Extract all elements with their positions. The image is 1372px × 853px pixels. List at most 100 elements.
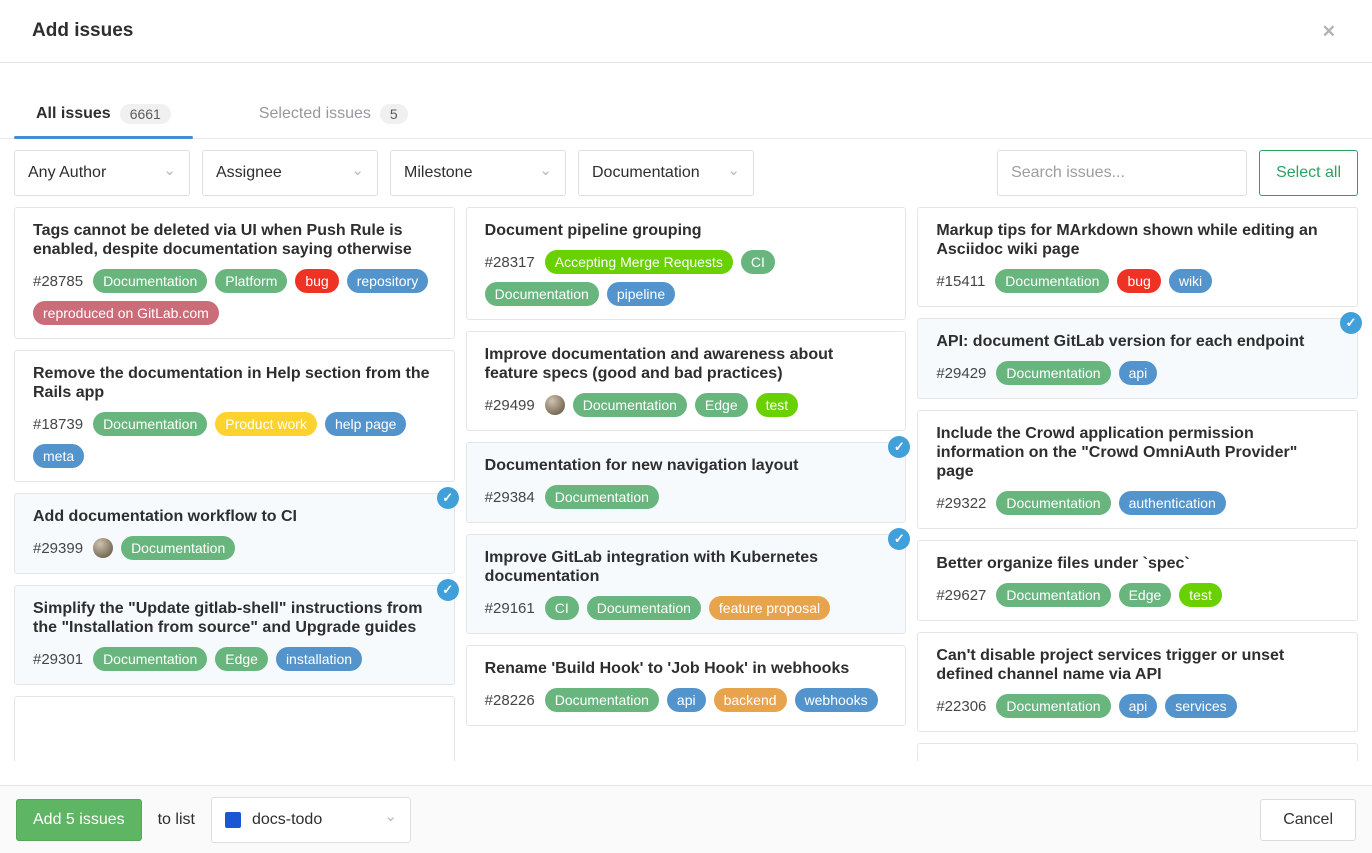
issue-id: #15411 — [936, 273, 985, 290]
issue-title: Documentation for new navigation layout — [485, 456, 888, 475]
issue-label: Documentation — [573, 393, 687, 417]
issue-meta: #28785 Documentation Platform bug repository… — [33, 269, 436, 325]
issue-meta: #29429Documentationapi — [936, 361, 1339, 385]
issue-id: #18739 — [33, 416, 83, 433]
issue-label: Platform — [215, 269, 287, 293]
issue-title: Include the Crowd application permission… — [936, 424, 1339, 481]
issue-label: test — [756, 393, 799, 417]
list-color-square — [225, 812, 241, 828]
modal-header: Add issues ✕ — [0, 0, 1372, 63]
issue-card[interactable]: Add documentation workflow to CI #29399Do… — [14, 493, 455, 574]
issue-label: Documentation — [485, 282, 599, 306]
cancel-button[interactable]: Cancel — [1260, 799, 1356, 841]
issue-card[interactable]: Tags cannot be deleted via UI when Push … — [14, 207, 455, 339]
issue-meta: #29301DocumentationEdgeinstallation — [33, 647, 436, 671]
issue-label: reproduced on GitLab.com — [33, 301, 219, 325]
close-icon[interactable]: ✕ — [1318, 19, 1340, 44]
issue-label: Documentation — [996, 491, 1110, 515]
select-all-button[interactable]: Select all — [1259, 150, 1358, 196]
issue-meta: #18739DocumentationProduct workhelp page… — [33, 412, 436, 468]
issue-label: authentication — [1119, 491, 1226, 515]
issue-label: Documentation — [996, 361, 1110, 385]
issue-title: Improve documentation and awareness abou… — [485, 345, 888, 383]
issue-column-2: Document pipeline grouping #28317 Acceptin… — [466, 207, 907, 726]
issue-label: Documentation — [121, 536, 235, 560]
issue-label: pipeline — [607, 282, 675, 306]
selected-check-icon: ✓ — [888, 436, 910, 458]
selected-check-icon: ✓ — [1340, 312, 1362, 334]
issue-id: #28317 — [485, 254, 535, 271]
dropdown-label: Milestone — [404, 164, 472, 182]
issue-title: Markup tips for MArkdown shown while edi… — [936, 221, 1339, 259]
issue-card-partial[interactable] — [14, 696, 455, 761]
tab-selected-issues-label: Selected issues — [259, 105, 371, 123]
issue-card-partial[interactable] — [917, 743, 1358, 761]
tab-selected-issues[interactable]: Selected issues 5 — [237, 93, 430, 138]
issue-label: Edge — [215, 647, 268, 671]
issue-label: services — [1165, 694, 1236, 718]
selected-check-icon: ✓ — [888, 528, 910, 550]
issue-card[interactable]: Markup tips for MArkdown shown while edi… — [917, 207, 1358, 307]
issue-label: Documentation — [587, 596, 701, 620]
issue-id: #29161 — [485, 600, 535, 617]
chevron-down-icon: ⌄ — [351, 166, 364, 175]
issue-card[interactable]: API: document GitLab version for each en… — [917, 318, 1358, 399]
issue-card[interactable]: Document pipeline grouping #28317 Acceptin… — [466, 207, 907, 320]
issue-card[interactable]: Include the Crowd application permission… — [917, 410, 1358, 529]
issue-label: Documentation — [93, 647, 207, 671]
issue-card[interactable]: Simplify the "Update gitlab-shell" instr… — [14, 585, 455, 685]
issue-label: webhooks — [795, 688, 878, 712]
issue-meta: #28317Accepting Merge RequestsCIDocument… — [485, 250, 888, 306]
issue-card[interactable]: Can't disable project services trigger o… — [917, 632, 1358, 732]
chevron-down-icon: ⌄ — [384, 812, 397, 821]
issue-meta: #28226Documentationapibackendwebhooks — [485, 688, 888, 712]
issue-label: Documentation — [545, 688, 659, 712]
issue-title: Document pipeline grouping — [485, 221, 888, 240]
issue-title: API: document GitLab version for each en… — [936, 332, 1339, 351]
issue-board: Tags cannot be deleted via UI when Push … — [0, 196, 1372, 761]
chevron-down-icon: ⌄ — [163, 166, 176, 175]
tab-all-issues-label: All issues — [36, 105, 111, 123]
selected-list-name: docs-todo — [252, 811, 322, 829]
issue-card[interactable]: Rename 'Build Hook' to 'Job Hook' in web… — [466, 645, 907, 726]
filter-dropdown-label[interactable]: Documentation⌄ — [578, 150, 754, 196]
add-issues-button[interactable]: Add 5 issues — [16, 799, 142, 841]
issue-label: bug — [1117, 269, 1160, 293]
page-title: Add issues — [32, 20, 133, 42]
issue-title: Rename 'Build Hook' to 'Job Hook' in web… — [485, 659, 888, 678]
list-select-dropdown[interactable]: docs-todo ⌄ — [211, 797, 411, 843]
chevron-down-icon: ⌄ — [727, 166, 740, 175]
issue-label: Accepting Merge Requests — [545, 250, 733, 274]
issue-id: #29384 — [485, 489, 535, 506]
add-issues-modal: Add issues ✕ All issues 6661 Selected is… — [0, 0, 1372, 761]
issue-card[interactable]: Better organize files under `spec` #29627… — [917, 540, 1358, 621]
issue-label: api — [1119, 694, 1158, 718]
issue-label: meta — [33, 444, 84, 468]
issue-card[interactable]: Documentation for new navigation layout #… — [466, 442, 907, 523]
issue-meta: #29627DocumentationEdgetest — [936, 583, 1339, 607]
issue-card[interactable]: Improve documentation and awareness abou… — [466, 331, 907, 431]
issue-title: Add documentation workflow to CI — [33, 507, 436, 526]
issue-card[interactable]: Improve GitLab integration with Kubernet… — [466, 534, 907, 634]
filter-dropdown-milestone[interactable]: Milestone⌄ — [390, 150, 566, 196]
issue-id: #28785 — [33, 273, 83, 290]
issue-label: bug — [295, 269, 338, 293]
issue-label: wiki — [1169, 269, 1212, 293]
issue-card[interactable]: Remove the documentation in Help section… — [14, 350, 455, 482]
issue-label: api — [667, 688, 706, 712]
issue-label: Documentation — [93, 269, 207, 293]
tab-all-issues[interactable]: All issues 6661 — [14, 93, 193, 138]
issue-meta: #15411Documentationbugwiki — [936, 269, 1339, 293]
search-input[interactable] — [997, 150, 1247, 196]
issue-title: Better organize files under `spec` — [936, 554, 1339, 573]
filter-dropdown-assignee[interactable]: Assignee ⌄ — [202, 150, 378, 196]
issue-meta: #22306Documentationapiservices — [936, 694, 1339, 718]
selected-check-icon: ✓ — [437, 579, 459, 601]
issue-meta: #29399Documentation — [33, 536, 436, 560]
issue-id: #29499 — [485, 397, 535, 414]
dropdown-label: Assignee — [216, 164, 282, 182]
to-list-label: to list — [158, 811, 195, 829]
tab-selected-issues-count: 5 — [380, 104, 408, 124]
filter-dropdown-author[interactable]: Any Author⌄ — [14, 150, 190, 196]
issue-label: repository — [347, 269, 428, 293]
